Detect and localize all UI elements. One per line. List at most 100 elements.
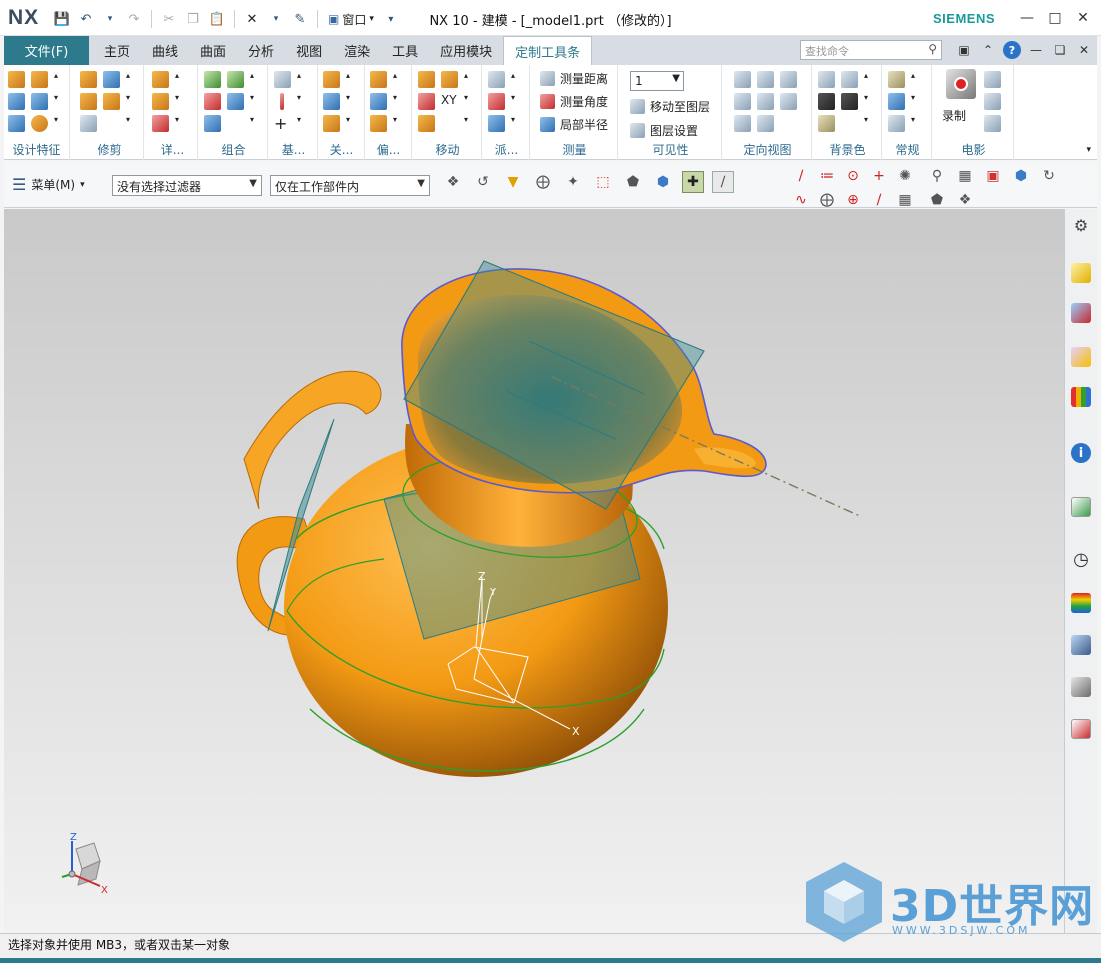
reuse-library-icon[interactable] [1069, 385, 1093, 409]
delete-face-icon[interactable] [418, 93, 435, 110]
dropdown-icon[interactable]: ▾ [511, 115, 519, 132]
tab-file[interactable]: 文件(F) [4, 36, 89, 65]
redo-icon[interactable]: ↷ [124, 9, 144, 29]
doc-restore-icon[interactable]: ❏ [1051, 41, 1069, 59]
tangent-point-icon[interactable]: ∿ [790, 189, 812, 211]
show-snap-points-icon[interactable]: ✚ [682, 171, 704, 193]
model-canvas[interactable]: Z Y X Z X [4, 209, 1064, 933]
shell-icon[interactable] [370, 93, 387, 110]
snap-point-icon[interactable]: ⨁ [532, 171, 554, 193]
general-tool-2-icon[interactable] [888, 93, 905, 110]
constraint-navigator-icon[interactable] [1069, 301, 1093, 325]
extend-sheet-icon[interactable] [103, 93, 120, 110]
project-curve-icon[interactable] [488, 93, 505, 110]
reset-filter-icon[interactable]: ↺ [472, 171, 494, 193]
general-selection-filter-icon[interactable]: ❖ [442, 171, 464, 193]
dropdown-icon[interactable]: ▾ [346, 93, 354, 110]
tab-analysis[interactable]: 分析 [237, 36, 285, 65]
sew-icon[interactable] [227, 93, 244, 110]
dropdown-icon[interactable]: ▴ [464, 71, 472, 88]
close-icon[interactable]: ✕ [1071, 6, 1095, 30]
delete-icon[interactable]: ✕ [242, 9, 262, 29]
offset-face-icon[interactable] [370, 71, 387, 88]
dropdown-icon[interactable]: ▴ [911, 71, 919, 88]
transform-icon[interactable]: XY [441, 93, 458, 110]
sphere-icon[interactable] [31, 115, 48, 132]
mid-point-icon[interactable]: ≔ [816, 165, 838, 187]
trim-sheet-icon[interactable] [80, 93, 97, 110]
group-label[interactable]: 修剪 [76, 141, 143, 158]
wave-link-icon[interactable] [323, 93, 340, 110]
dropdown-icon[interactable]: ▾ [250, 93, 258, 110]
graphics-window[interactable]: Z Y X Z X [4, 209, 1064, 933]
dropdown-icon[interactable]: ▾ [297, 93, 305, 110]
tab-home[interactable]: 主页 [93, 36, 141, 65]
measure-distance-button[interactable]: 测量距离 [540, 69, 608, 88]
dropdown-icon[interactable]: ▴ [54, 71, 62, 88]
point-icon[interactable]: + [274, 115, 291, 132]
display-options-icon[interactable]: ❖ [954, 189, 976, 211]
undo-icon[interactable]: ↶ [76, 9, 96, 29]
part-navigator-icon[interactable] [1069, 345, 1093, 369]
measure-angle-button[interactable]: 测量角度 [540, 92, 608, 111]
main-menu-button[interactable]: ☰ 菜单(M) ▾ [12, 175, 85, 194]
dropdown-icon[interactable]: ▾ [464, 115, 472, 132]
collapse-ribbon-icon[interactable]: ⌃ [979, 41, 997, 59]
group-label[interactable]: 电影 [934, 141, 1013, 158]
point-on-curve-icon[interactable]: ⊕ [842, 189, 864, 211]
group-label[interactable]: 常规 [884, 141, 931, 158]
dropdown-icon[interactable]: ▴ [511, 71, 519, 88]
derive-curve-icon[interactable] [488, 71, 505, 88]
move-face-icon[interactable] [441, 71, 458, 88]
window-menu[interactable]: ▣ 窗口 ▾ [325, 11, 377, 28]
instance-icon[interactable] [323, 115, 340, 132]
fullscreen-icon[interactable]: ▣ [955, 41, 973, 59]
dropdown-icon[interactable]: ▾ [911, 115, 919, 132]
dropdown-icon[interactable]: ▴ [175, 71, 183, 88]
group-label[interactable]: 设计特征 [4, 141, 69, 158]
view-right-icon[interactable] [757, 93, 774, 110]
group-label[interactable]: 详... [148, 141, 197, 158]
intersect-icon[interactable] [204, 93, 221, 110]
cone-icon[interactable] [8, 115, 25, 132]
group-label[interactable]: 派... [484, 141, 529, 158]
tab-view[interactable]: 视图 [285, 36, 333, 65]
layout-icon[interactable]: ▣ [982, 165, 1004, 187]
extract-geometry-icon[interactable] [323, 71, 340, 88]
pattern-icon[interactable] [418, 115, 435, 132]
local-radius-button[interactable]: 局部半径 [540, 115, 608, 134]
group-label[interactable]: 基... [270, 141, 317, 158]
minimize-icon[interactable]: — [1015, 6, 1039, 30]
search-icon[interactable]: ⚲ [928, 42, 937, 56]
dropdown-icon[interactable]: ▴ [126, 71, 134, 88]
dropdown-icon[interactable]: ▾ [464, 93, 472, 110]
copy-icon[interactable]: ❐ [183, 9, 203, 29]
quadrant-point-icon[interactable]: ⨁ [816, 189, 838, 211]
dropdown-icon[interactable]: ▾ [393, 115, 401, 132]
image-capture-icon[interactable]: ▦ [954, 165, 976, 187]
tab-tools[interactable]: 工具 [381, 36, 429, 65]
group-label[interactable]: 移动 [414, 141, 481, 158]
arc-center-icon[interactable]: ✺ [894, 165, 916, 187]
bg-black-icon[interactable] [841, 93, 858, 110]
tab-render[interactable]: 渲染 [333, 36, 381, 65]
save-icon[interactable]: 💾 [52, 9, 72, 29]
point-on-face-icon[interactable]: ∕ [868, 189, 890, 211]
block-icon[interactable] [8, 71, 25, 88]
dropdown-icon[interactable]: ▾ [54, 115, 62, 132]
edge-blend-icon[interactable] [152, 71, 169, 88]
control-point-icon[interactable]: ⊙ [842, 165, 864, 187]
dropdown-icon[interactable]: ▾ [250, 115, 258, 132]
tab-applications[interactable]: 应用模块 [429, 36, 503, 65]
hole-icon[interactable] [31, 71, 48, 88]
dropdown-icon[interactable]: ▾ [126, 115, 134, 132]
filter-funnel-icon[interactable]: ▼ [502, 171, 524, 193]
clock-icon[interactable]: ◷ [1069, 547, 1093, 571]
command-search-input[interactable]: 查找命令 ⚲ [800, 40, 942, 60]
view-back-icon[interactable] [780, 93, 797, 110]
shaded-body-icon[interactable]: ⬢ [1010, 165, 1032, 187]
view-trimetric-icon[interactable] [734, 71, 751, 88]
bg-gradient-icon[interactable] [841, 71, 858, 88]
group-label[interactable]: 组合 [200, 141, 267, 158]
layer-combo[interactable]: 1 ▼ [630, 71, 684, 91]
